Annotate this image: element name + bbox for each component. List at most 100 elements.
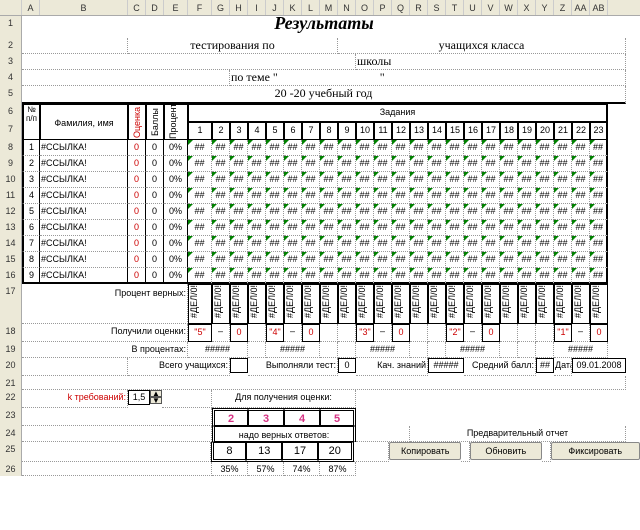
task-cell[interactable]: ## [338, 156, 356, 172]
task-cell[interactable]: ## [188, 188, 212, 204]
fio-cell[interactable]: #ССЫЛКА! [40, 220, 128, 236]
task-cell[interactable]: ## [464, 236, 482, 252]
task-cell[interactable]: ## [590, 252, 608, 268]
task-cell[interactable]: ## [500, 156, 518, 172]
task-cell[interactable]: ## [392, 236, 410, 252]
task-cell[interactable]: ## [284, 220, 302, 236]
row-header[interactable]: 14 [0, 236, 22, 252]
row-header[interactable]: 20 [0, 358, 22, 376]
row-num[interactable]: 6 [22, 220, 40, 236]
task-cell[interactable]: ## [410, 268, 428, 284]
task-cell[interactable]: ## [410, 204, 428, 220]
row-num[interactable]: 1 [22, 140, 40, 156]
col-header[interactable]: J [266, 0, 284, 15]
task-cell[interactable]: ## [248, 172, 266, 188]
task-cell[interactable]: ## [212, 220, 230, 236]
task-cell[interactable]: ## [356, 268, 374, 284]
pts-cell[interactable]: 0 [146, 156, 164, 172]
task-cell[interactable]: ## [356, 204, 374, 220]
fio-cell[interactable]: #ССЫЛКА! [40, 188, 128, 204]
task-cell[interactable]: ## [482, 172, 500, 188]
task-cell[interactable]: ## [266, 236, 284, 252]
task-cell[interactable]: ## [536, 220, 554, 236]
row-header[interactable]: 1 [0, 16, 22, 38]
row-header[interactable]: 10 [0, 172, 22, 188]
task-cell[interactable]: ## [356, 188, 374, 204]
task-cell[interactable]: ## [374, 140, 392, 156]
task-cell[interactable]: ## [428, 220, 446, 236]
task-cell[interactable]: ## [554, 172, 572, 188]
pts-cell[interactable]: 0 [146, 204, 164, 220]
task-cell[interactable]: ## [392, 172, 410, 188]
task-cell[interactable]: ## [536, 172, 554, 188]
task-cell[interactable]: ## [284, 140, 302, 156]
col-header[interactable]: V [482, 0, 500, 15]
task-cell[interactable]: ## [464, 268, 482, 284]
col-header[interactable]: Y [536, 0, 554, 15]
task-cell[interactable]: ## [428, 268, 446, 284]
task-cell[interactable]: ## [482, 220, 500, 236]
fio-cell[interactable]: #ССЫЛКА! [40, 172, 128, 188]
row-header[interactable]: 21 [0, 376, 22, 390]
col-header[interactable]: L [302, 0, 320, 15]
row-header[interactable]: 2 [0, 38, 22, 54]
task-cell[interactable]: ## [572, 268, 590, 284]
task-cell[interactable]: ## [248, 252, 266, 268]
task-cell[interactable]: ## [554, 252, 572, 268]
task-cell[interactable]: ## [320, 172, 338, 188]
col-header[interactable]: Z [554, 0, 572, 15]
task-cell[interactable]: ## [392, 204, 410, 220]
task-cell[interactable]: ## [212, 172, 230, 188]
task-cell[interactable]: ## [374, 220, 392, 236]
task-cell[interactable]: ## [284, 156, 302, 172]
task-cell[interactable]: ## [284, 204, 302, 220]
task-cell[interactable]: ## [374, 188, 392, 204]
row-header[interactable]: 5 [0, 86, 22, 104]
task-cell[interactable]: ## [518, 252, 536, 268]
task-cell[interactable]: ## [518, 156, 536, 172]
col-header[interactable]: H [230, 0, 248, 15]
row-header[interactable]: 26 [0, 462, 22, 476]
task-cell[interactable]: ## [266, 204, 284, 220]
row-header[interactable]: 11 [0, 188, 22, 204]
task-cell[interactable]: ## [248, 156, 266, 172]
col-header[interactable]: E [164, 0, 188, 15]
task-cell[interactable]: ## [266, 252, 284, 268]
pct-cell[interactable]: 0% [164, 172, 188, 188]
task-cell[interactable]: ## [392, 156, 410, 172]
row-header[interactable]: 22 [0, 390, 22, 408]
col-header[interactable]: D [146, 0, 164, 15]
task-cell[interactable]: ## [212, 156, 230, 172]
task-cell[interactable]: ## [536, 236, 554, 252]
row-num[interactable]: 9 [22, 268, 40, 284]
task-cell[interactable]: ## [536, 252, 554, 268]
copy-button[interactable]: Копировать [389, 442, 461, 460]
task-cell[interactable]: ## [572, 172, 590, 188]
task-cell[interactable]: ## [188, 220, 212, 236]
col-header[interactable]: AA [572, 0, 590, 15]
task-cell[interactable]: ## [392, 268, 410, 284]
pct-cell[interactable]: 0% [164, 188, 188, 204]
task-cell[interactable]: ## [188, 140, 212, 156]
task-cell[interactable]: ## [482, 140, 500, 156]
task-cell[interactable]: ## [338, 220, 356, 236]
fio-cell[interactable]: #ССЫЛКА! [40, 204, 128, 220]
col-header[interactable]: Q [392, 0, 410, 15]
task-cell[interactable]: ## [464, 252, 482, 268]
k-spinner[interactable]: ▲▼ [150, 390, 162, 408]
task-cell[interactable]: ## [482, 252, 500, 268]
task-cell[interactable]: ## [374, 172, 392, 188]
task-cell[interactable]: ## [410, 156, 428, 172]
pts-cell[interactable]: 0 [146, 220, 164, 236]
task-cell[interactable]: ## [302, 268, 320, 284]
task-cell[interactable]: ## [590, 188, 608, 204]
task-cell[interactable]: ## [428, 236, 446, 252]
task-cell[interactable]: ## [248, 188, 266, 204]
row-num[interactable]: 3 [22, 172, 40, 188]
task-cell[interactable]: ## [500, 268, 518, 284]
task-cell[interactable]: ## [590, 236, 608, 252]
task-cell[interactable]: ## [188, 156, 212, 172]
task-cell[interactable]: ## [590, 172, 608, 188]
task-cell[interactable]: ## [374, 252, 392, 268]
row-header[interactable]: 12 [0, 204, 22, 220]
